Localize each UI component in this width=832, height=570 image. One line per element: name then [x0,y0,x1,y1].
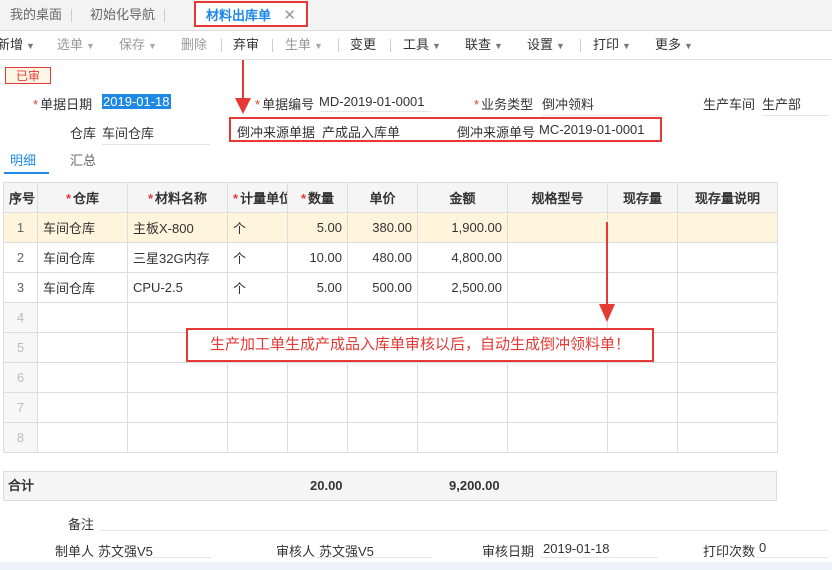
print-count-underline [757,557,828,558]
auditor-underline [317,557,432,558]
arrow-head-icon [235,98,251,114]
maker-underline [96,557,211,558]
maker-label: 制单人 [55,544,95,559]
annotation-arrows [235,60,615,322]
print-count-label: 打印次数 [703,544,756,559]
print-count-value: 0 [759,540,767,555]
remark-field[interactable] [100,530,828,531]
audit-date-label: 审核日期 [482,544,535,559]
audit-date-value: 2019-01-18 [543,541,610,556]
audit-date-underline [540,557,658,558]
auditor-label: 审核人 [276,544,316,559]
arrow-head-icon [599,304,615,322]
remark-label: 备注 [68,517,95,532]
bottom-scroll-area [0,562,832,570]
